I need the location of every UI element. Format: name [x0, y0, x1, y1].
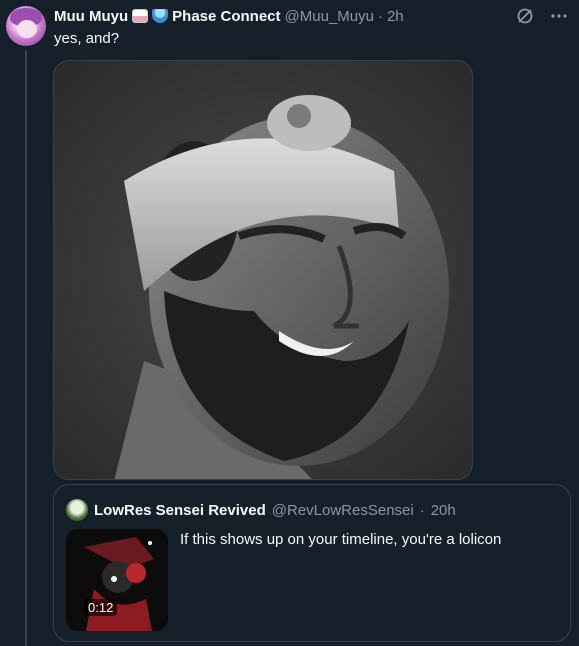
tweet-actions-top — [515, 6, 569, 26]
quoted-user-handle[interactable]: @RevLowResSensei — [272, 502, 414, 519]
user-handle[interactable]: @Muu_Muyu — [285, 8, 374, 25]
tweet-photo[interactable] — [53, 60, 473, 480]
grok-slash-circle-icon[interactable] — [515, 6, 535, 26]
video-preview-image — [66, 529, 168, 631]
timestamp[interactable]: 2h — [387, 8, 404, 25]
tweet-text: yes, and? — [54, 30, 120, 47]
bowl-emoji-icon — [152, 9, 169, 23]
affiliation-name[interactable]: Phase Connect — [172, 8, 280, 25]
header-separator: · — [377, 7, 383, 25]
quoted-avatar[interactable] — [66, 499, 88, 521]
quoted-tweet-header: LowRes Sensei Revived @RevLowResSensei ·… — [66, 499, 456, 521]
thread-connector-line — [25, 50, 27, 646]
quoted-video-thumbnail[interactable] — [66, 529, 168, 631]
display-name[interactable]: Muu Muyu — [54, 8, 128, 25]
video-duration-badge: 0:12 — [84, 599, 118, 616]
cow-emoji-icon — [132, 9, 149, 23]
quoted-header-separator: · — [419, 501, 425, 519]
quoted-tweet-text: If this shows up on your timeline, you'r… — [180, 531, 502, 548]
more-horizontal-icon[interactable] — [549, 6, 569, 26]
quoted-display-name[interactable]: LowRes Sensei Revived — [94, 502, 266, 519]
tweet-header: Muu Muyu Phase Connect @Muu_Muyu · 2h — [54, 6, 404, 26]
quoted-timestamp[interactable]: 20h — [431, 502, 456, 519]
avatar[interactable] — [6, 6, 46, 46]
avatar-face — [17, 20, 37, 38]
quoted-tweet[interactable]: LowRes Sensei Revived @RevLowResSensei ·… — [53, 484, 571, 642]
grayscale-portrait-image — [54, 61, 472, 479]
